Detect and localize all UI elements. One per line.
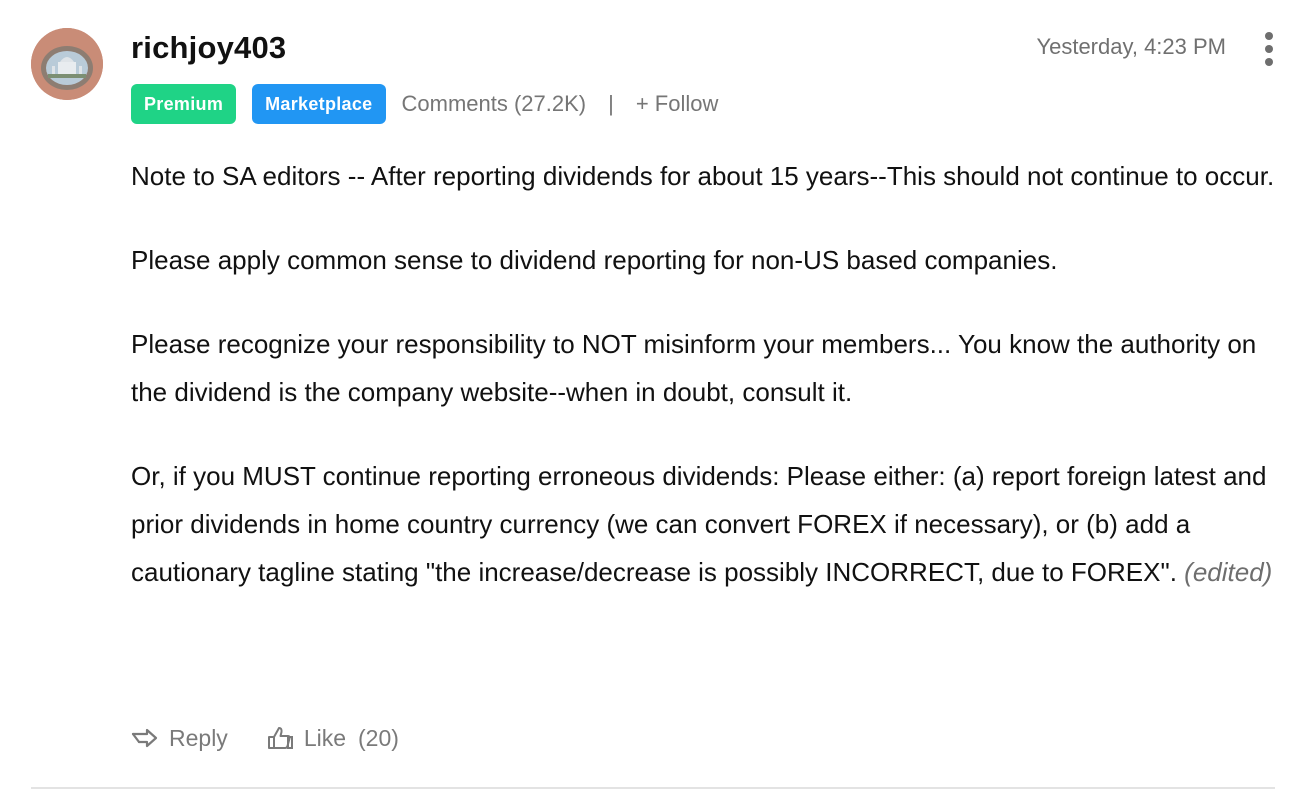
comment-paragraph: Please apply common sense to dividend re…	[131, 245, 1058, 275]
like-button[interactable]: Like (20)	[266, 725, 399, 752]
thumbs-up-icon	[267, 727, 293, 749]
edited-label: (edited)	[1184, 557, 1273, 587]
reply-label: Reply	[169, 724, 228, 751]
author-name[interactable]: richjoy403	[131, 30, 286, 66]
follow-button[interactable]: + Follow	[636, 91, 719, 117]
comment-paragraph-last: Or, if you MUST continue reporting erron…	[131, 452, 1281, 596]
avatar-image-icon	[31, 28, 103, 100]
marketplace-badge[interactable]: Marketplace	[252, 84, 386, 124]
premium-badge: Premium	[131, 84, 237, 124]
comment-timestamp: Yesterday, 4:23 PM	[1036, 34, 1226, 59]
reply-arrow-icon	[131, 728, 158, 748]
comment-divider	[31, 787, 1275, 789]
comment-body: Note to SA editors -- After reporting di…	[131, 152, 1281, 632]
author-meta-row: Premium Marketplace Comments (27.2K) | +…	[131, 84, 718, 124]
like-label: Like	[303, 724, 347, 751]
like-count: (20)	[358, 724, 399, 751]
comment-actions: Reply Like (20)	[131, 720, 399, 756]
reply-button[interactable]: Reply	[131, 725, 228, 752]
comment-paragraph: Please recognize your responsibility to …	[131, 329, 1257, 407]
comment-paragraph: Note to SA editors -- After reporting di…	[131, 161, 1275, 191]
meta-separator: |	[608, 91, 614, 116]
comment-paragraph-text: Or, if you MUST continue reporting erron…	[131, 461, 1267, 587]
more-options-icon[interactable]	[1259, 30, 1279, 68]
comment-card: richjoy403 Yesterday, 4:23 PM Premium Ma…	[0, 0, 1305, 805]
author-comments-count[interactable]: Comments (27.2K)	[402, 91, 587, 117]
avatar[interactable]	[31, 28, 103, 100]
